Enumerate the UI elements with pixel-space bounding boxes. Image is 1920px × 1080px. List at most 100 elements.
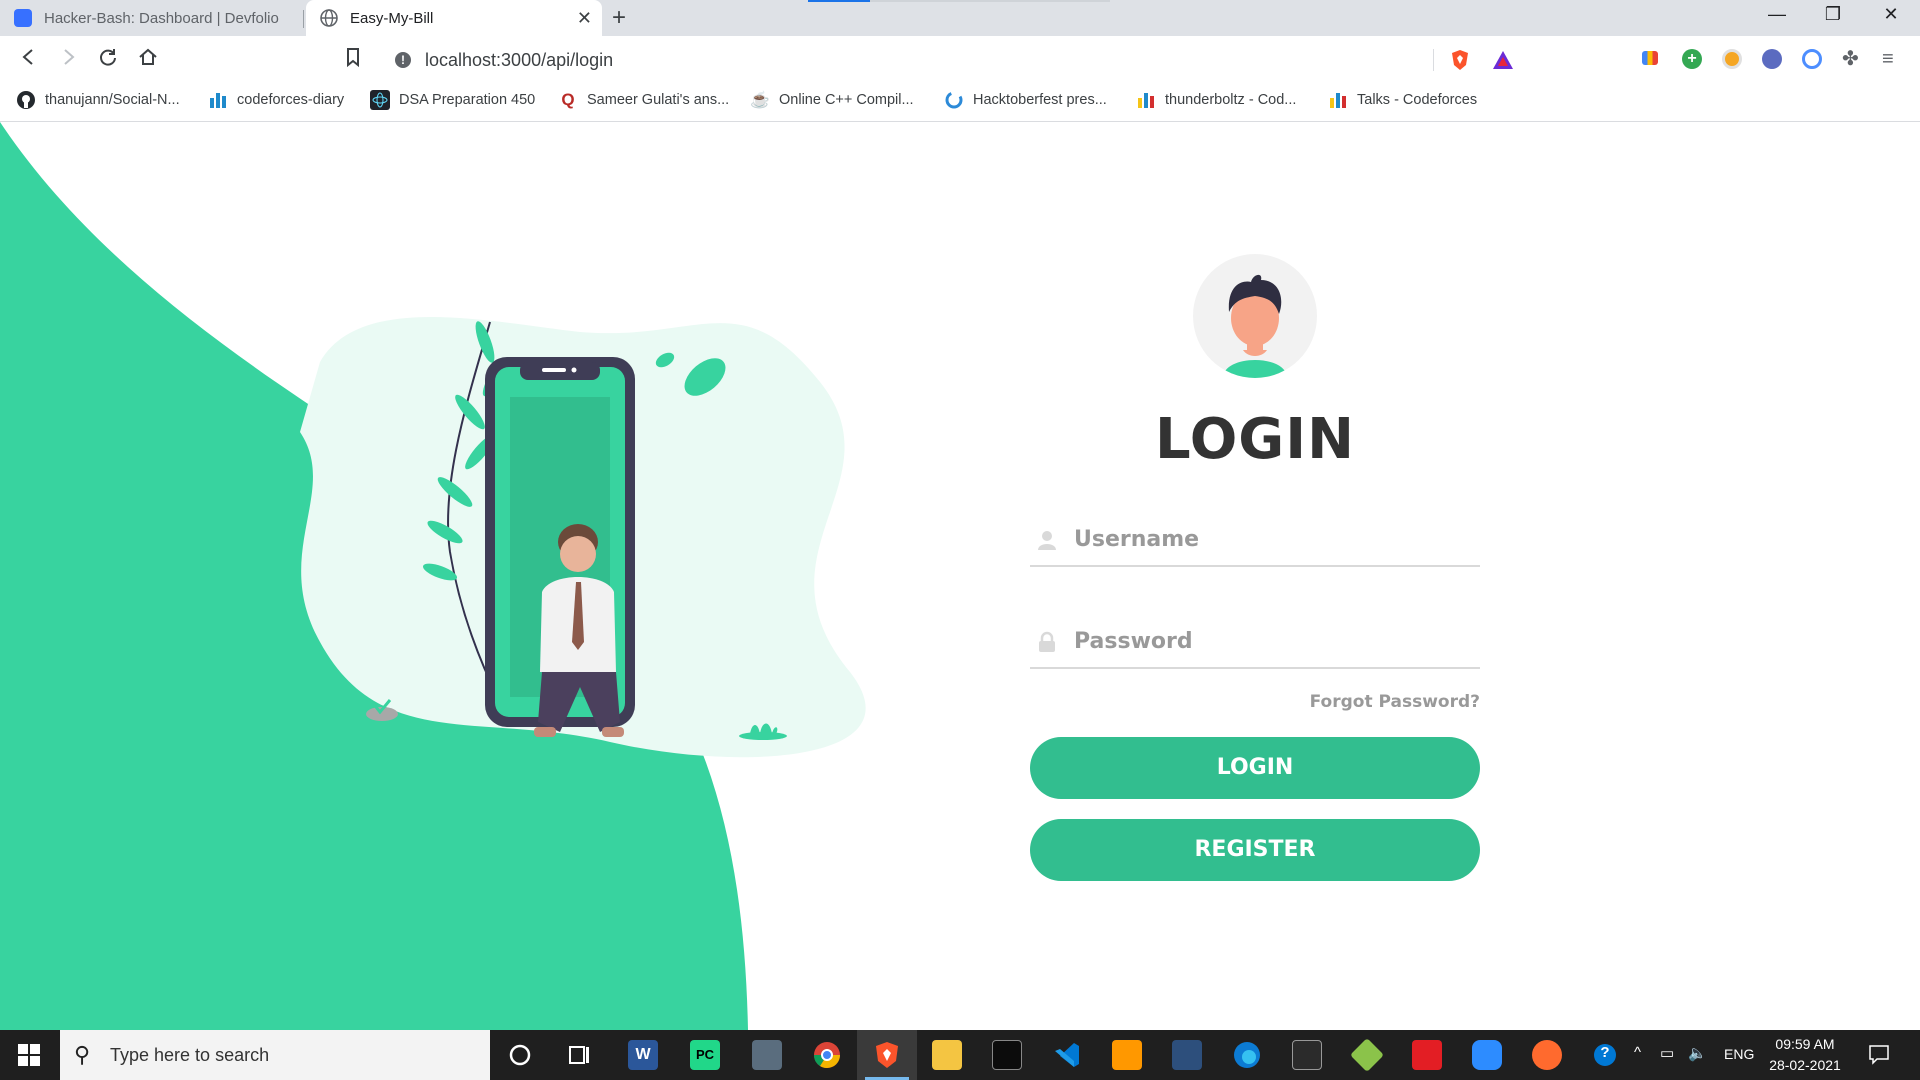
edge-icon[interactable] (1232, 1040, 1262, 1070)
clock-time: 09:59 AM (1775, 1036, 1835, 1052)
taskbar-search-placeholder: Type here to search (110, 1045, 270, 1065)
bookmark-item[interactable]: thunderboltz - Cod... (1136, 90, 1296, 110)
chrome-icon[interactable] (812, 1040, 842, 1070)
bookmark-item[interactable]: thanujann/Social-N... (16, 90, 180, 110)
cortana-icon[interactable] (505, 1040, 535, 1070)
mysql-workbench-icon[interactable] (1172, 1040, 1202, 1070)
word-icon[interactable]: W (628, 1040, 658, 1070)
reload-button[interactable] (95, 46, 121, 72)
zoom-icon[interactable] (1472, 1040, 1502, 1070)
bookmark-item[interactable]: Hacktoberfest pres... (944, 90, 1107, 110)
battery-icon[interactable]: ▭ (1660, 1044, 1674, 1062)
bookmark-item[interactable]: Q Sameer Gulati's ans... (558, 90, 729, 110)
login-title: LOGIN (1155, 407, 1355, 472)
menu-icon[interactable]: ≡ (1882, 49, 1902, 69)
home-button[interactable] (135, 46, 161, 72)
github-icon (17, 91, 35, 109)
browser-toolbar: ! localhost:3000/api/login + ✤ ≡ (0, 36, 1920, 82)
tab-devfolio[interactable]: Hacker-Bash: Dashboard | Devfolio (0, 0, 302, 36)
help-icon[interactable]: ? (1594, 1044, 1616, 1066)
language-indicator[interactable]: ENG (1724, 1046, 1754, 1062)
close-tab-icon[interactable]: ✕ (577, 8, 592, 29)
bookmark-item[interactable]: ☕ Online C++ Compil... (750, 90, 914, 110)
postman-icon[interactable] (1532, 1040, 1562, 1070)
coffee-icon: ☕ (750, 92, 770, 109)
bookmark-page-button[interactable] (340, 46, 366, 72)
url-text: localhost:3000/api/login (425, 50, 614, 70)
file-explorer-icon[interactable] (932, 1040, 962, 1070)
register-button[interactable]: REGISTER (1030, 819, 1480, 881)
acrobat-icon[interactable] (1412, 1040, 1442, 1070)
bookmark-item[interactable]: codeforces-diary (208, 90, 344, 110)
reload-icon (100, 49, 116, 66)
restore-button[interactable]: ❐ (1810, 4, 1856, 25)
brave-icon[interactable] (872, 1040, 902, 1070)
brave-shield-icon[interactable] (1449, 49, 1471, 71)
sublime-text-icon[interactable] (1112, 1040, 1142, 1070)
clock-date: 28-02-2021 (1769, 1057, 1841, 1073)
username-field (1030, 507, 1480, 567)
extension-analytics-icon[interactable] (1642, 51, 1658, 65)
git-icon[interactable] (1350, 1038, 1384, 1072)
globe-icon (320, 9, 338, 27)
extensions-puzzle-icon[interactable]: ✤ (1842, 49, 1862, 69)
bookmark-label: DSA Preparation 450 (399, 92, 536, 108)
bookmark-label: Hacktoberfest pres... (973, 92, 1107, 108)
extension-plus-icon[interactable]: + (1682, 49, 1702, 69)
brave-rewards-icon[interactable] (1491, 49, 1515, 71)
address-bar[interactable]: ! localhost:3000/api/login (380, 42, 1525, 76)
password-input[interactable] (1074, 621, 1464, 661)
lock-icon (1039, 631, 1055, 652)
windows-taskbar: ⚲ Type here to search W PC ? ^ ▭ 🔈 ENG 0… (0, 1030, 1920, 1080)
user-icon (1038, 531, 1056, 550)
tray-chevron-icon[interactable]: ^ (1634, 1044, 1641, 1061)
hacktoberfest-icon (945, 91, 963, 109)
browser-tab-strip: Hacker-Bash: Dashboard | Devfolio Easy-M… (0, 0, 1920, 36)
tab-strip-highlight (870, 0, 1110, 2)
clock[interactable]: 09:59 AM 28-02-2021 (1760, 1034, 1850, 1076)
windows-start-icon[interactable] (18, 1044, 40, 1066)
bookmark-label: Online C++ Compil... (779, 92, 914, 108)
taskbar-search-box[interactable]: ⚲ Type here to search (60, 1030, 490, 1080)
tab-easy-my-bill[interactable]: Easy-My-Bill ✕ (306, 0, 602, 36)
user-avatar (1193, 254, 1317, 378)
home-icon (139, 48, 157, 65)
back-button[interactable] (16, 46, 42, 72)
extension-honey-icon[interactable] (1722, 49, 1742, 69)
extension-check-icon[interactable] (1802, 49, 1822, 69)
login-button[interactable]: LOGIN (1030, 737, 1480, 799)
bookmark-label: thunderboltz - Cod... (1165, 92, 1297, 108)
site-info-icon[interactable]: ! (395, 52, 411, 68)
devfolio-icon (14, 9, 32, 27)
notifications-icon[interactable] (1868, 1043, 1890, 1065)
tab-title: Easy-My-Bill (350, 9, 434, 27)
calculator-icon[interactable] (752, 1040, 782, 1070)
forgot-password-link[interactable]: Forgot Password? (1230, 692, 1480, 712)
minimize-button[interactable]: — (1754, 4, 1800, 25)
phone-illustration (300, 317, 866, 758)
task-view-icon[interactable] (565, 1040, 595, 1070)
bookmark-item[interactable]: Talks - Codeforces (1328, 90, 1477, 110)
username-input[interactable] (1074, 519, 1464, 559)
bookmark-label: Sameer Gulati's ans... (587, 92, 730, 108)
bookmark-item[interactable]: DSA Preparation 450 (370, 90, 535, 110)
terminal-icon[interactable] (992, 1040, 1022, 1070)
codeforces-icon (210, 93, 226, 108)
mysql-icon[interactable] (1292, 1040, 1322, 1070)
password-field (1030, 609, 1480, 669)
login-page: LOGIN Forgot Password? LOGIN REGISTER (0, 122, 1920, 1030)
codeforces-icon (1138, 93, 1154, 108)
bookmark-icon (347, 48, 359, 68)
pycharm-icon[interactable]: PC (690, 1040, 720, 1070)
omnibox-divider (1433, 49, 1434, 71)
person-head (560, 536, 596, 572)
back-arrow-icon (22, 49, 33, 65)
extension-owl-icon[interactable] (1762, 49, 1782, 69)
tab-separator (303, 10, 304, 28)
close-window-button[interactable]: ✕ (1868, 4, 1914, 25)
bookmark-label: codeforces-diary (237, 92, 345, 108)
volume-icon[interactable]: 🔈 (1688, 1044, 1707, 1062)
new-tab-button[interactable]: + (612, 4, 626, 32)
vscode-icon[interactable] (1052, 1040, 1082, 1070)
forward-button[interactable] (55, 46, 81, 72)
